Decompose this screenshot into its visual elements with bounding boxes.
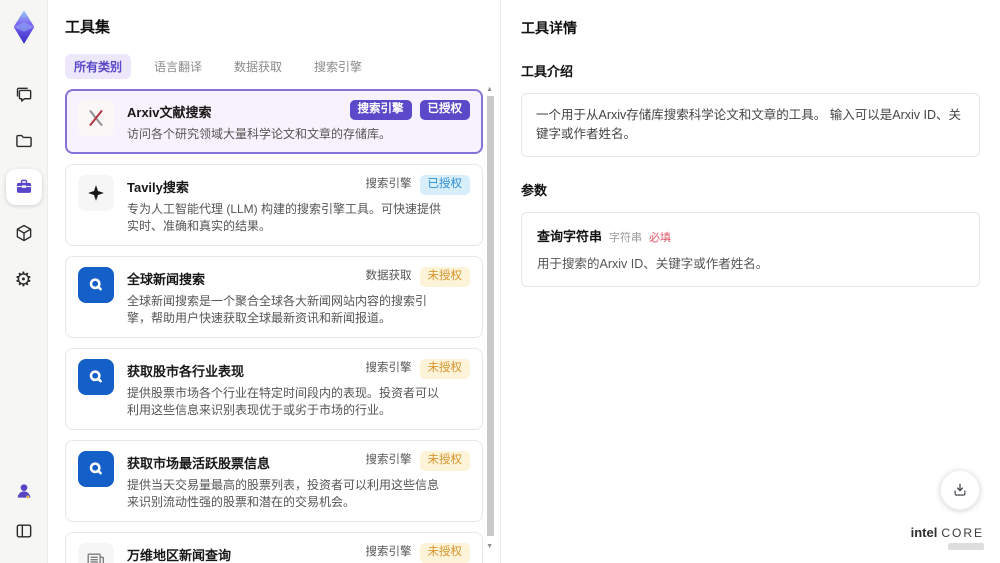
tool-status-badge: 未授权 [419,267,470,287]
param-type: 字符串 [609,231,643,244]
app-logo [7,8,41,46]
category-tabs: 所有类别 语言翻译 数据获取 搜索引擎 [65,54,500,79]
left-rail: ⚙ [0,0,48,563]
tool-description: 访问各个研究领域大量科学论文和文章的存储库。 [127,127,392,141]
tool-status-badge: 已授权 [419,175,470,195]
tool-badges: 数据获取 未授权 [365,267,470,287]
param-required-badge: 必填 [649,231,672,244]
news-search-icon [78,267,114,304]
tool-category-badge: 搜索引擎 [365,178,412,191]
tool-category-badge: 数据获取 [365,270,412,283]
tool-card-4[interactable]: 获取市场最活跃股票信息 搜索引擎 未授权提供当天交易量最高的股票列表，投资者可以利用… [65,440,483,523]
tool-list: Arxiv文献搜索 搜索引擎 已授权 访问各个研究领域大量科学论文和文章的存储库。 Ta… [65,89,483,563]
tool-name: 获取股市各行业表现 [127,364,245,380]
news-search-icon [78,451,114,488]
chat-icon[interactable] [6,77,42,113]
tool-card-2[interactable]: 全球新闻搜索 数据获取 未授权全球新闻搜索是一个聚合全球各大新闻网站内容的搜索引擎，… [65,256,483,339]
tool-description: 提供股票市场各个行业在特定时间段内的表现。投资者可以利用这些信息来识别表现优于或… [127,386,440,418]
panel-toggle-icon[interactable] [6,513,42,549]
tab-2[interactable]: 数据获取 [225,54,291,79]
intel-core-logo: intel core [911,525,984,550]
tool-category-badge: 搜索引擎 [365,454,412,467]
news-search-icon [78,359,114,396]
settings-gear-icon[interactable]: ⚙ [6,261,42,297]
tab-3[interactable]: 搜索引擎 [305,54,371,79]
download-icon [954,483,966,496]
tool-category-badge: 搜索引擎 [365,546,412,559]
tool-details-panel: 工具详情 工具介绍 一个用于从Arxiv存储库搜索科学论文和文章的工具。 输入可… [500,0,1000,563]
rail-bottom [6,471,42,551]
tab-1[interactable]: 语言翻译 [145,54,211,79]
tool-status-badge: 未授权 [419,451,470,471]
tavily-icon [78,175,114,212]
scroll-up-arrow[interactable]: ▲ [486,86,493,93]
tool-badges: 搜索引擎 未授权 [365,359,470,379]
tool-name: 全球新闻搜索 [127,272,206,288]
tool-name: Tavily搜索 [127,180,189,196]
newspaper-icon [78,543,114,563]
tool-description: 全球新闻搜索是一个聚合全球各大新闻网站内容的搜索引擎，帮助用户快速获取全球最新资… [127,294,428,326]
tool-description: 专为人工智能代理 (LLM) 构建的搜索引擎工具。可快速提供实时、准确和真实的结… [127,202,442,234]
tool-card-1[interactable]: Tavily搜索 搜索引擎 已授权专为人工智能代理 (LLM) 构建的搜索引擎工具。… [65,164,483,247]
param-row-0: 查询字符串 字符串 必填用于搜索的Arxiv ID、关键字或作者姓名。 [537,226,964,274]
intro-heading: 工具介绍 [521,64,574,79]
details-title: 工具详情 [521,20,577,36]
scrollbar-thumb[interactable] [487,96,494,536]
tool-list-panel: 工具集 所有类别 语言翻译 数据获取 搜索引擎 Arxiv文献搜索 搜索引擎 已授权 访问各… [48,0,500,563]
param-name: 查询字符串 [537,228,603,244]
tool-category-badge: 搜索引擎 [349,100,412,120]
brand-badge-bar [948,543,984,550]
tool-badges: 搜索引擎 未授权 [365,543,470,563]
tab-0[interactable]: 所有类别 [65,54,132,79]
brand-intel: intel [910,525,938,540]
tool-name: Arxiv文献搜索 [127,105,212,120]
toolbox-icon[interactable] [5,169,42,205]
folder-icon[interactable] [6,123,42,159]
param-description: 用于搜索的Arxiv ID、关键字或作者姓名。 [537,256,769,271]
tool-status-badge: 已授权 [419,100,470,120]
tool-badges: 搜索引擎 已授权 [349,100,470,120]
user-icon[interactable] [6,473,42,509]
tool-name: 获取市场最活跃股票信息 [127,456,271,472]
arxiv-icon [78,100,114,136]
tool-status-badge: 未授权 [419,359,470,379]
tool-description: 提供当天交易量最高的股票列表，投资者可以利用这些信息来识别流动性强的股票和潜在的… [127,478,440,510]
download-button[interactable] [940,470,980,510]
params-card: 查询字符串 字符串 必填用于搜索的Arxiv ID、关键字或作者姓名。 [521,211,980,288]
tool-card-0[interactable]: Arxiv文献搜索 搜索引擎 已授权访问各个研究领域大量科学论文和文章的存储库。 [65,89,483,155]
scroll-down-arrow[interactable]: ▼ [486,543,493,550]
tool-card-3[interactable]: 获取股市各行业表现 搜索引擎 未授权提供股票市场各个行业在特定时间段内的表现。投资者… [65,348,483,431]
tool-category-badge: 搜索引擎 [365,362,412,375]
intro-text: 一个用于从Arxiv存储库搜索科学论文和文章的工具。 输入可以是Arxiv ID… [521,93,980,157]
params-heading: 参数 [521,182,548,198]
tool-badges: 搜索引擎 未授权 [365,451,470,471]
package-icon[interactable] [6,215,42,251]
tool-status-badge: 未授权 [419,543,470,563]
tool-card-5[interactable]: 万维地区新闻查询搜索引擎未授权查询具体行政区划内的新闻，快速了解各地新闻动态。 [65,532,483,563]
brand-core: core [941,526,984,540]
page-title: 工具集 [65,19,111,36]
tool-name: 万维地区新闻查询 [127,548,232,563]
tool-badges: 搜索引擎 已授权 [365,175,470,195]
